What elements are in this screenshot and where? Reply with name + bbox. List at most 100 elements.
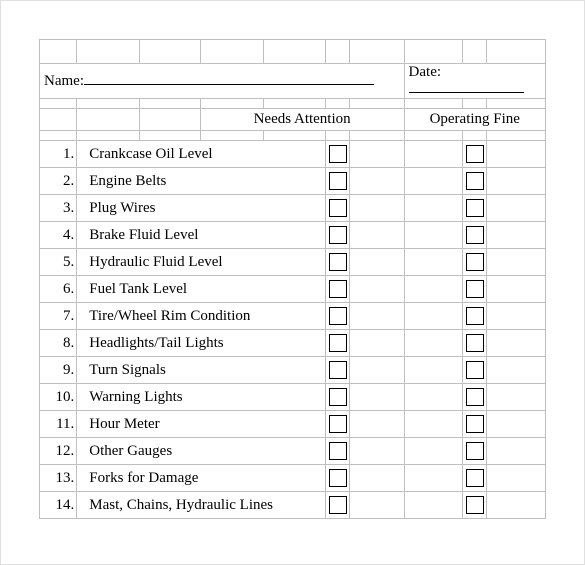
item-row: 10.Warning Lights	[40, 384, 546, 411]
blank-cell	[404, 411, 463, 438]
needs-attention-checkbox[interactable]	[326, 411, 350, 438]
needs-attention-checkbox[interactable]	[326, 141, 350, 168]
blank-cell	[404, 168, 463, 195]
needs-attention-checkbox[interactable]	[326, 492, 350, 519]
operating-fine-checkbox[interactable]	[463, 438, 487, 465]
blank-cell	[404, 141, 463, 168]
needs-attention-checkbox[interactable]	[326, 222, 350, 249]
checkbox-icon	[466, 253, 484, 271]
operating-fine-checkbox[interactable]	[463, 276, 487, 303]
blank-cell	[404, 303, 463, 330]
blank-row-top	[40, 40, 546, 64]
checkbox-icon	[466, 415, 484, 433]
needs-attention-checkbox[interactable]	[326, 384, 350, 411]
name-field-cell[interactable]: Name:	[40, 64, 405, 99]
blank-cell	[487, 492, 546, 519]
needs-attention-checkbox[interactable]	[326, 465, 350, 492]
checkbox-icon	[329, 388, 347, 406]
needs-attention-header: Needs Attention	[200, 109, 404, 131]
checkbox-icon	[329, 442, 347, 460]
operating-fine-checkbox[interactable]	[463, 303, 487, 330]
blank-cell	[349, 411, 404, 438]
needs-attention-checkbox[interactable]	[326, 303, 350, 330]
blank-cell	[487, 384, 546, 411]
operating-fine-checkbox[interactable]	[463, 222, 487, 249]
blank-cell	[349, 222, 404, 249]
inspection-sheet: Name: Date: Needs Attention Operating Fi…	[0, 0, 585, 565]
item-label: Headlights/Tail Lights	[77, 330, 326, 357]
checkbox-icon	[329, 415, 347, 433]
item-row: 1.Crankcase Oil Level	[40, 141, 546, 168]
blank-cell	[487, 465, 546, 492]
blank-cell	[487, 141, 546, 168]
blank-cell	[349, 276, 404, 303]
operating-fine-header: Operating Fine	[404, 109, 545, 131]
checkbox-icon	[466, 307, 484, 325]
blank-cell	[404, 195, 463, 222]
blank-cell	[349, 330, 404, 357]
item-label: Other Gauges	[77, 438, 326, 465]
operating-fine-checkbox[interactable]	[463, 357, 487, 384]
operating-fine-checkbox[interactable]	[463, 384, 487, 411]
checkbox-icon	[466, 496, 484, 514]
item-label: Tire/Wheel Rim Condition	[77, 303, 326, 330]
item-number: 10.	[40, 384, 77, 411]
item-row: 2.Engine Belts	[40, 168, 546, 195]
blank-cell	[349, 438, 404, 465]
blank-cell	[487, 303, 546, 330]
item-row: 9.Turn Signals	[40, 357, 546, 384]
blank-cell	[487, 168, 546, 195]
needs-attention-checkbox[interactable]	[326, 168, 350, 195]
blank-cell	[349, 249, 404, 276]
item-number: 2.	[40, 168, 77, 195]
operating-fine-checkbox[interactable]	[463, 195, 487, 222]
operating-fine-checkbox[interactable]	[463, 411, 487, 438]
blank-cell	[349, 384, 404, 411]
needs-attention-checkbox[interactable]	[326, 330, 350, 357]
blank-cell	[404, 357, 463, 384]
checkbox-icon	[466, 469, 484, 487]
blank-cell	[404, 276, 463, 303]
item-number: 7.	[40, 303, 77, 330]
item-row: 14.Mast, Chains, Hydraulic Lines	[40, 492, 546, 519]
operating-fine-checkbox[interactable]	[463, 465, 487, 492]
item-number: 12.	[40, 438, 77, 465]
checkbox-icon	[466, 361, 484, 379]
header-row: Name: Date:	[40, 64, 546, 99]
item-number: 13.	[40, 465, 77, 492]
item-number: 4.	[40, 222, 77, 249]
blank-cell	[404, 465, 463, 492]
needs-attention-checkbox[interactable]	[326, 276, 350, 303]
date-label: Date:	[409, 64, 441, 81]
operating-fine-checkbox[interactable]	[463, 141, 487, 168]
name-label: Name:	[44, 73, 84, 90]
operating-fine-checkbox[interactable]	[463, 330, 487, 357]
blank-cell	[349, 168, 404, 195]
checkbox-icon	[329, 280, 347, 298]
blank-cell	[487, 249, 546, 276]
blank-cell	[487, 195, 546, 222]
needs-attention-checkbox[interactable]	[326, 249, 350, 276]
item-row: 8.Headlights/Tail Lights	[40, 330, 546, 357]
checkbox-icon	[329, 307, 347, 325]
needs-attention-checkbox[interactable]	[326, 438, 350, 465]
needs-attention-checkbox[interactable]	[326, 195, 350, 222]
operating-fine-checkbox[interactable]	[463, 168, 487, 195]
item-row: 11.Hour Meter	[40, 411, 546, 438]
checkbox-icon	[466, 334, 484, 352]
date-field-cell[interactable]: Date:	[404, 64, 545, 99]
checkbox-icon	[466, 280, 484, 298]
blank-cell	[487, 222, 546, 249]
blank-cell	[487, 357, 546, 384]
operating-fine-checkbox[interactable]	[463, 249, 487, 276]
blank-cell	[349, 141, 404, 168]
blank-cell	[404, 438, 463, 465]
checkbox-icon	[329, 496, 347, 514]
checkbox-icon	[329, 172, 347, 190]
checkbox-icon	[329, 253, 347, 271]
spacer-row-2	[40, 131, 546, 141]
item-label: Brake Fluid Level	[77, 222, 326, 249]
needs-attention-checkbox[interactable]	[326, 357, 350, 384]
blank-cell	[487, 411, 546, 438]
operating-fine-checkbox[interactable]	[463, 492, 487, 519]
